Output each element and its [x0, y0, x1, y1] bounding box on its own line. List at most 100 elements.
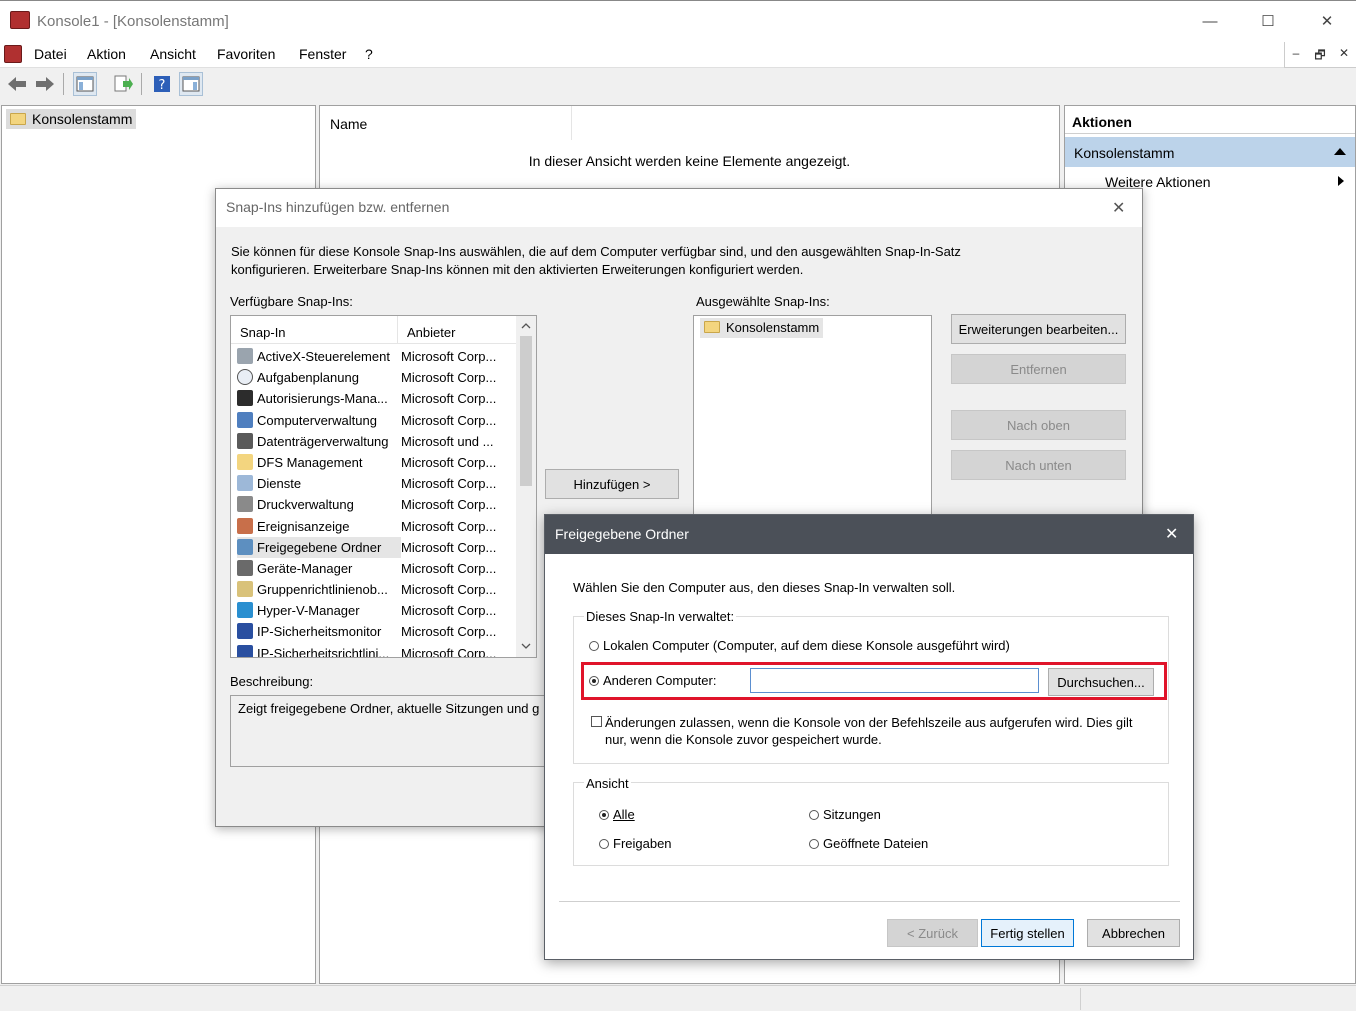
mdi-restore-button[interactable]: 🗗	[1309, 46, 1331, 66]
back-button[interactable]: < Zurück	[887, 919, 978, 947]
list-item[interactable]: Computerverwaltung Microsoft Corp...	[237, 410, 517, 431]
move-down-button[interactable]: Nach unten	[951, 450, 1126, 480]
allow-changes-line: Änderungen zulassen, wenn die Konsole vo…	[605, 715, 1133, 730]
allow-changes-checkbox[interactable]: Änderungen zulassen, wenn die Konsole vo…	[591, 714, 1133, 748]
back-arrow-icon[interactable]	[5, 72, 29, 96]
radio-other-computer[interactable]: Anderen Computer:	[589, 673, 716, 688]
snapin-name: ActiveX-Steuerelement	[257, 349, 390, 364]
forward-arrow-icon[interactable]	[33, 72, 57, 96]
snapin-name: Aufgabenplanung	[257, 370, 359, 386]
finish-button[interactable]: Fertig stellen	[981, 919, 1074, 947]
radio-circle-selected[interactable]	[599, 810, 609, 820]
list-item[interactable]: Aufgabenplanung Microsoft Corp...	[237, 367, 517, 388]
list-scrollbar[interactable]	[516, 316, 536, 657]
browse-button[interactable]: Durchsuchen...	[1048, 668, 1154, 696]
collapse-arrow-icon[interactable]	[1333, 147, 1347, 157]
snapin-name: Autorisierungs-Mana...	[257, 391, 388, 407]
list-item[interactable]: Gruppenrichtlinienob... Microsoft Corp...	[237, 579, 517, 600]
list-item[interactable]: Autorisierungs-Mana... Microsoft Corp...	[237, 388, 517, 409]
minimize-button[interactable]: —	[1190, 9, 1230, 35]
radio-circle[interactable]	[809, 810, 819, 820]
menu-fenster[interactable]: Fenster	[299, 46, 346, 62]
show-hide-tree-icon[interactable]	[73, 72, 97, 96]
export-list-icon[interactable]	[111, 72, 135, 96]
column-divider	[397, 316, 398, 344]
device-manager-icon	[237, 559, 253, 576]
radio-circle[interactable]	[599, 839, 609, 849]
mdi-minimize-button[interactable]: –	[1285, 46, 1307, 66]
maximize-button[interactable]: ☐	[1248, 9, 1288, 35]
menu-favoriten[interactable]: Favoriten	[217, 46, 275, 62]
computer-name-input[interactable]	[750, 668, 1039, 693]
radio-circle[interactable]	[809, 839, 819, 849]
radio-view-all[interactable]: Alle	[599, 807, 635, 822]
group-policy-icon	[237, 581, 253, 598]
close-button[interactable]: ✕	[1307, 9, 1347, 35]
menu-help[interactable]: ?	[365, 46, 373, 62]
help-icon[interactable]: ?	[150, 72, 174, 96]
radio-local-label: Lokalen Computer (Computer, auf dem dies…	[603, 638, 1010, 653]
available-label: Verfügbare Snap-Ins:	[230, 294, 353, 309]
list-item[interactable]: Datenträgerverwaltung Microsoft und ...	[237, 431, 517, 452]
tree-node-konsolenstamm[interactable]: Konsolenstamm	[6, 109, 137, 129]
snapin-vendor: Microsoft Corp...	[401, 391, 497, 407]
view-group	[573, 782, 1169, 866]
menu-ansicht[interactable]: Ansicht	[150, 46, 196, 62]
shared-dialog-title: Freigegebene Ordner	[555, 526, 689, 542]
tree-node-label: Konsolenstamm	[32, 111, 133, 127]
radio-view-shares[interactable]: Freigaben	[599, 836, 672, 851]
snapin-dialog-title: Snap-Ins hinzufügen bzw. entfernen	[226, 199, 450, 215]
show-action-pane-icon[interactable]	[179, 72, 203, 96]
console-icon	[4, 45, 22, 63]
add-button[interactable]: Hinzufügen >	[545, 469, 679, 499]
snapin-vendor: Microsoft Corp...	[401, 582, 497, 598]
snapin-vendor: Microsoft Corp...	[401, 560, 497, 576]
scroll-down-arrow-icon[interactable]	[521, 642, 531, 650]
radio-local-computer[interactable]: Lokalen Computer (Computer, auf dem dies…	[589, 638, 1010, 653]
radio-view-sessions[interactable]: Sitzungen	[809, 807, 881, 822]
radio-circle[interactable]	[589, 641, 599, 651]
cancel-button[interactable]: Abbrechen	[1087, 919, 1180, 947]
list-item[interactable]: IP-Sicherheitsmonitor Microsoft Corp...	[237, 621, 517, 642]
remove-button[interactable]: Entfernen	[951, 354, 1126, 384]
radio-view-open-files[interactable]: Geöffnete Dateien	[809, 836, 928, 851]
services-gear-icon	[237, 475, 253, 492]
list-item[interactable]: Ereignisanzeige Microsoft Corp...	[237, 516, 517, 537]
radio-circle-selected[interactable]	[589, 676, 599, 686]
column-header-vendor[interactable]: Anbieter	[407, 325, 455, 340]
snapin-name: Ereignisanzeige	[257, 518, 350, 534]
checkbox-box[interactable]	[591, 716, 602, 727]
scroll-thumb[interactable]	[520, 336, 532, 486]
snapin-vendor: Microsoft Corp...	[401, 454, 497, 470]
mdi-close-button[interactable]: ✕	[1333, 46, 1355, 66]
list-header: Snap-In Anbieter	[231, 316, 516, 344]
list-item[interactable]: Dienste Microsoft Corp...	[237, 473, 517, 494]
list-item[interactable]: Druckverwaltung Microsoft Corp...	[237, 494, 517, 515]
menu-aktion[interactable]: Aktion	[87, 46, 126, 62]
snapin-vendor: Microsoft Corp...	[401, 645, 497, 658]
menu-datei[interactable]: Datei	[34, 46, 67, 62]
column-header-name[interactable]: Name	[320, 106, 572, 140]
list-item[interactable]: Hyper-V-Manager Microsoft Corp...	[237, 600, 517, 621]
authorization-icon	[237, 390, 253, 407]
folder-icon	[237, 453, 253, 470]
actions-section-konsolenstamm[interactable]: Konsolenstamm	[1065, 137, 1355, 167]
ip-policy-icon	[237, 644, 253, 657]
radio-view-shares-label: Freigaben	[613, 836, 672, 851]
selected-item[interactable]: Konsolenstamm	[700, 318, 824, 338]
list-item[interactable]: DFS Management Microsoft Corp...	[237, 452, 517, 473]
list-item[interactable]: IP-Sicherheitsrichtlini... Microsoft Corp…	[237, 643, 517, 658]
snapin-name: Freigegebene Ordner	[257, 539, 382, 555]
snapin-dialog-close-button[interactable]: ✕	[1112, 198, 1125, 218]
move-up-button[interactable]: Nach oben	[951, 410, 1126, 440]
list-item[interactable]: Geräte-Manager Microsoft Corp...	[237, 558, 517, 579]
snapin-intro: Sie können für diese Konsole Snap-Ins au…	[231, 243, 961, 279]
shared-dialog-close-button[interactable]: ✕	[1165, 524, 1178, 544]
actions-header: Aktionen	[1072, 114, 1132, 130]
list-item[interactable]: ActiveX-Steuerelement Microsoft Corp...	[237, 346, 517, 367]
list-item[interactable]: Freigegebene Ordner Microsoft Corp...	[237, 536, 517, 558]
scroll-up-arrow-icon[interactable]	[521, 322, 531, 330]
column-header-snapin[interactable]: Snap-In	[240, 325, 286, 340]
available-snapins-list[interactable]: Snap-In Anbieter ActiveX-Steuerelement Mi…	[230, 315, 537, 658]
edit-extensions-button[interactable]: Erweiterungen bearbeiten...	[951, 314, 1126, 344]
